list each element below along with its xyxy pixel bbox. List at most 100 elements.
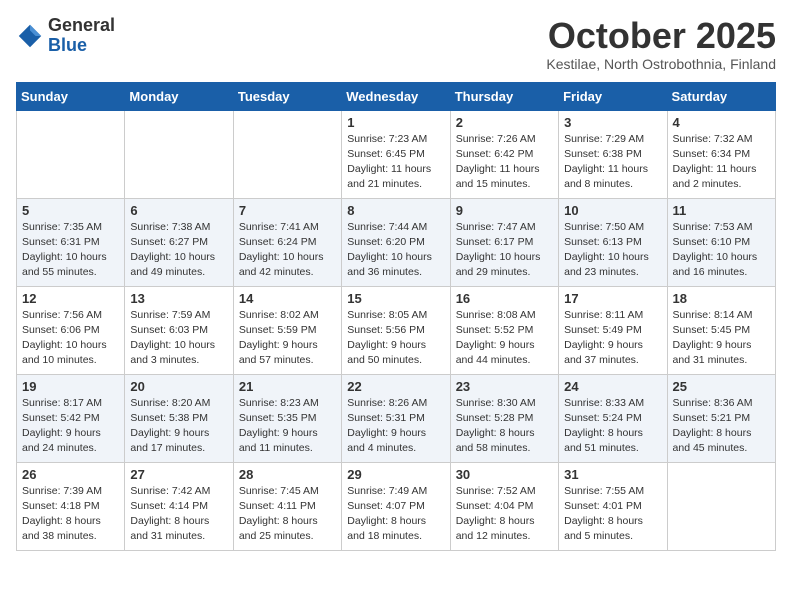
- day-number: 17: [564, 291, 661, 306]
- day-info: Sunrise: 7:26 AM Sunset: 6:42 PM Dayligh…: [456, 132, 553, 193]
- calendar-cell: 16Sunrise: 8:08 AM Sunset: 5:52 PM Dayli…: [450, 286, 558, 374]
- day-info: Sunrise: 8:02 AM Sunset: 5:59 PM Dayligh…: [239, 308, 336, 369]
- day-info: Sunrise: 7:47 AM Sunset: 6:17 PM Dayligh…: [456, 220, 553, 281]
- day-info: Sunrise: 8:14 AM Sunset: 5:45 PM Dayligh…: [673, 308, 770, 369]
- day-info: Sunrise: 8:05 AM Sunset: 5:56 PM Dayligh…: [347, 308, 444, 369]
- day-number: 21: [239, 379, 336, 394]
- calendar-cell: 24 Sunrise: 8:33 AM Sunset: 5:24 PM Dayli…: [559, 374, 667, 462]
- day-info: Sunrise: 7:41 AM Sunset: 6:24 PM Dayligh…: [239, 220, 336, 281]
- day-info: Sunrise: 7:42 AM Sunset: 4:14 PM Dayligh…: [130, 484, 227, 545]
- day-number: 13: [130, 291, 227, 306]
- calendar-cell: 11Sunrise: 7:53 AM Sunset: 6:10 PM Dayli…: [667, 198, 775, 286]
- logo-blue: Blue: [48, 36, 115, 56]
- calendar-cell: [233, 110, 341, 198]
- day-info: Sunrise: 7:45 AM Sunset: 4:11 PM Dayligh…: [239, 484, 336, 545]
- day-info: Sunrise: 7:55 AM Sunset: 4:01 PM Dayligh…: [564, 484, 661, 545]
- day-info: Sunrise: 8:33 AM Sunset: 5:24 PM Dayligh…: [564, 396, 661, 457]
- calendar-cell: 6 Sunrise: 7:38 AM Sunset: 6:27 PM Daylig…: [125, 198, 233, 286]
- calendar-cell: 14 Sunrise: 8:02 AM Sunset: 5:59 PM Dayli…: [233, 286, 341, 374]
- calendar-cell: 18 Sunrise: 8:14 AM Sunset: 5:45 PM Dayli…: [667, 286, 775, 374]
- weekday-header-row: SundayMondayTuesdayWednesdayThursdayFrid…: [17, 82, 776, 110]
- day-info: Sunrise: 7:56 AM Sunset: 6:06 PM Dayligh…: [22, 308, 119, 369]
- day-info: Sunrise: 7:38 AM Sunset: 6:27 PM Dayligh…: [130, 220, 227, 281]
- day-info: Sunrise: 7:44 AM Sunset: 6:20 PM Dayligh…: [347, 220, 444, 281]
- day-number: 23: [456, 379, 553, 394]
- calendar-cell: 19 Sunrise: 8:17 AM Sunset: 5:42 PM Dayli…: [17, 374, 125, 462]
- day-info: Sunrise: 7:53 AM Sunset: 6:10 PM Dayligh…: [673, 220, 770, 281]
- day-info: Sunrise: 8:17 AM Sunset: 5:42 PM Dayligh…: [22, 396, 119, 457]
- calendar-cell: 25 Sunrise: 8:36 AM Sunset: 5:21 PM Dayli…: [667, 374, 775, 462]
- calendar-cell: 1Sunrise: 7:23 AM Sunset: 6:45 PM Daylig…: [342, 110, 450, 198]
- day-info: Sunrise: 8:08 AM Sunset: 5:52 PM Dayligh…: [456, 308, 553, 369]
- calendar-cell: 20 Sunrise: 8:20 AM Sunset: 5:38 PM Dayli…: [125, 374, 233, 462]
- calendar-cell: 13 Sunrise: 7:59 AM Sunset: 6:03 PM Dayli…: [125, 286, 233, 374]
- day-number: 2: [456, 115, 553, 130]
- calendar-cell: 17 Sunrise: 8:11 AM Sunset: 5:49 PM Dayli…: [559, 286, 667, 374]
- day-info: Sunrise: 8:26 AM Sunset: 5:31 PM Dayligh…: [347, 396, 444, 457]
- day-number: 18: [673, 291, 770, 306]
- calendar-cell: 2 Sunrise: 7:26 AM Sunset: 6:42 PM Daylig…: [450, 110, 558, 198]
- day-info: Sunrise: 8:11 AM Sunset: 5:49 PM Dayligh…: [564, 308, 661, 369]
- day-info: Sunrise: 7:35 AM Sunset: 6:31 PM Dayligh…: [22, 220, 119, 281]
- calendar-week-row: 26 Sunrise: 7:39 AM Sunset: 4:18 PM Dayli…: [17, 462, 776, 550]
- logo: General Blue: [16, 16, 115, 56]
- day-number: 28: [239, 467, 336, 482]
- day-number: 9: [456, 203, 553, 218]
- day-number: 25: [673, 379, 770, 394]
- day-number: 4: [673, 115, 770, 130]
- day-number: 20: [130, 379, 227, 394]
- calendar-cell: 9 Sunrise: 7:47 AM Sunset: 6:17 PM Daylig…: [450, 198, 558, 286]
- day-info: Sunrise: 8:23 AM Sunset: 5:35 PM Dayligh…: [239, 396, 336, 457]
- day-info: Sunrise: 7:52 AM Sunset: 4:04 PM Dayligh…: [456, 484, 553, 545]
- day-info: Sunrise: 7:59 AM Sunset: 6:03 PM Dayligh…: [130, 308, 227, 369]
- day-number: 22: [347, 379, 444, 394]
- calendar-cell: 29Sunrise: 7:49 AM Sunset: 4:07 PM Dayli…: [342, 462, 450, 550]
- day-info: Sunrise: 8:30 AM Sunset: 5:28 PM Dayligh…: [456, 396, 553, 457]
- weekday-header: Tuesday: [233, 82, 341, 110]
- calendar-cell: [17, 110, 125, 198]
- weekday-header: Saturday: [667, 82, 775, 110]
- logo-general: General: [48, 16, 115, 36]
- calendar-cell: 27 Sunrise: 7:42 AM Sunset: 4:14 PM Dayli…: [125, 462, 233, 550]
- day-info: Sunrise: 8:36 AM Sunset: 5:21 PM Dayligh…: [673, 396, 770, 457]
- day-number: 5: [22, 203, 119, 218]
- day-number: 7: [239, 203, 336, 218]
- weekday-header: Sunday: [17, 82, 125, 110]
- calendar-cell: 12 Sunrise: 7:56 AM Sunset: 6:06 PM Dayli…: [17, 286, 125, 374]
- day-number: 24: [564, 379, 661, 394]
- page-header: General Blue October 2025 Kestilae, Nort…: [16, 16, 776, 72]
- day-info: Sunrise: 7:39 AM Sunset: 4:18 PM Dayligh…: [22, 484, 119, 545]
- day-info: Sunrise: 7:29 AM Sunset: 6:38 PM Dayligh…: [564, 132, 661, 193]
- calendar-cell: 23 Sunrise: 8:30 AM Sunset: 5:28 PM Dayli…: [450, 374, 558, 462]
- calendar-cell: 8 Sunrise: 7:44 AM Sunset: 6:20 PM Daylig…: [342, 198, 450, 286]
- day-number: 6: [130, 203, 227, 218]
- calendar-cell: [667, 462, 775, 550]
- day-number: 31: [564, 467, 661, 482]
- day-info: Sunrise: 7:50 AM Sunset: 6:13 PM Dayligh…: [564, 220, 661, 281]
- day-info: Sunrise: 8:20 AM Sunset: 5:38 PM Dayligh…: [130, 396, 227, 457]
- title-block: October 2025 Kestilae, North Ostrobothni…: [546, 16, 776, 72]
- weekday-header: Wednesday: [342, 82, 450, 110]
- calendar-week-row: 5 Sunrise: 7:35 AM Sunset: 6:31 PM Daylig…: [17, 198, 776, 286]
- day-number: 27: [130, 467, 227, 482]
- calendar-cell: 31 Sunrise: 7:55 AM Sunset: 4:01 PM Dayli…: [559, 462, 667, 550]
- weekday-header: Monday: [125, 82, 233, 110]
- day-number: 12: [22, 291, 119, 306]
- calendar-cell: 22 Sunrise: 8:26 AM Sunset: 5:31 PM Dayli…: [342, 374, 450, 462]
- day-number: 26: [22, 467, 119, 482]
- month-title: October 2025: [546, 16, 776, 56]
- calendar-cell: 21 Sunrise: 8:23 AM Sunset: 5:35 PM Dayli…: [233, 374, 341, 462]
- calendar-cell: 10Sunrise: 7:50 AM Sunset: 6:13 PM Dayli…: [559, 198, 667, 286]
- day-info: Sunrise: 7:23 AM Sunset: 6:45 PM Dayligh…: [347, 132, 444, 193]
- day-number: 8: [347, 203, 444, 218]
- day-info: Sunrise: 7:32 AM Sunset: 6:34 PM Dayligh…: [673, 132, 770, 193]
- day-number: 19: [22, 379, 119, 394]
- day-number: 3: [564, 115, 661, 130]
- calendar-week-row: 12 Sunrise: 7:56 AM Sunset: 6:06 PM Dayli…: [17, 286, 776, 374]
- day-number: 29: [347, 467, 444, 482]
- calendar-cell: 28 Sunrise: 7:45 AM Sunset: 4:11 PM Dayli…: [233, 462, 341, 550]
- day-number: 15: [347, 291, 444, 306]
- day-number: 30: [456, 467, 553, 482]
- calendar-cell: 30 Sunrise: 7:52 AM Sunset: 4:04 PM Dayli…: [450, 462, 558, 550]
- day-number: 14: [239, 291, 336, 306]
